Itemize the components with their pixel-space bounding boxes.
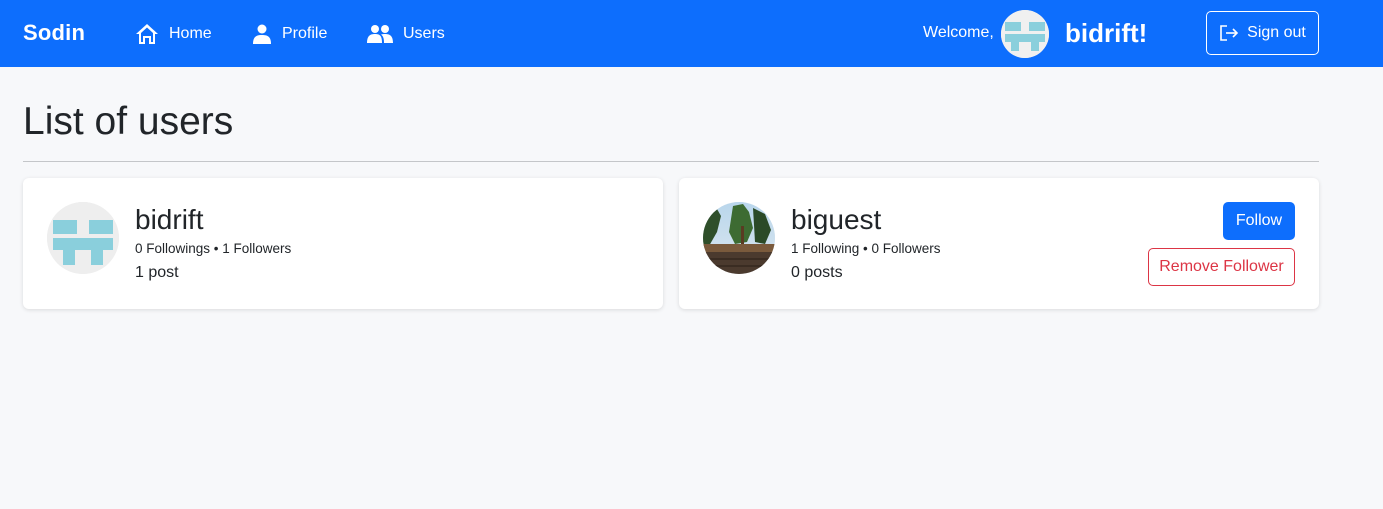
user-post-count: 0 posts xyxy=(791,264,843,281)
welcome-text: Welcome, xyxy=(923,24,994,41)
title-divider xyxy=(23,161,1319,162)
nav-link-users-label: Users xyxy=(403,25,445,42)
page-title: List of users xyxy=(23,100,234,143)
user-avatar[interactable] xyxy=(47,202,119,274)
photo-avatar-image xyxy=(703,202,775,274)
user-avatar[interactable] xyxy=(703,202,775,274)
brand-logo[interactable]: Sodin xyxy=(23,20,85,46)
user-name[interactable]: bidrift xyxy=(135,204,203,236)
identicon-avatar-image xyxy=(47,202,119,274)
user-follow-stats: 1 Following • 0 Followers xyxy=(791,241,941,256)
user-follow-stats: 0 Followings • 1 Followers xyxy=(135,241,292,256)
identicon-avatar-image xyxy=(1001,10,1049,58)
nav-link-users[interactable]: Users xyxy=(367,22,445,46)
person-icon xyxy=(253,24,271,44)
home-icon xyxy=(136,24,158,44)
sign-out-icon xyxy=(1220,25,1239,41)
navbar: Sodin Home Profile Users Welcome, bidrif… xyxy=(0,0,1383,67)
sign-out-button[interactable]: Sign out xyxy=(1206,11,1319,55)
nav-username: bidrift! xyxy=(1065,18,1148,48)
people-icon xyxy=(367,25,393,43)
nav-user-avatar[interactable] xyxy=(1001,10,1049,58)
user-card-biguest: biguest 1 Following • 0 Followers 0 post… xyxy=(679,178,1319,309)
nav-link-profile[interactable]: Profile xyxy=(252,22,327,46)
nav-link-profile-label: Profile xyxy=(282,25,328,42)
user-post-count: 1 post xyxy=(135,264,179,281)
follow-button[interactable]: Follow xyxy=(1223,202,1295,240)
nav-link-home[interactable]: Home xyxy=(135,22,212,46)
nav-link-home-label: Home xyxy=(169,25,212,42)
user-card-bidrift: bidrift 0 Followings • 1 Followers 1 pos… xyxy=(23,178,663,309)
remove-follower-button[interactable]: Remove Follower xyxy=(1148,248,1295,286)
sign-out-label: Sign out xyxy=(1247,24,1306,41)
user-name[interactable]: biguest xyxy=(791,204,881,236)
